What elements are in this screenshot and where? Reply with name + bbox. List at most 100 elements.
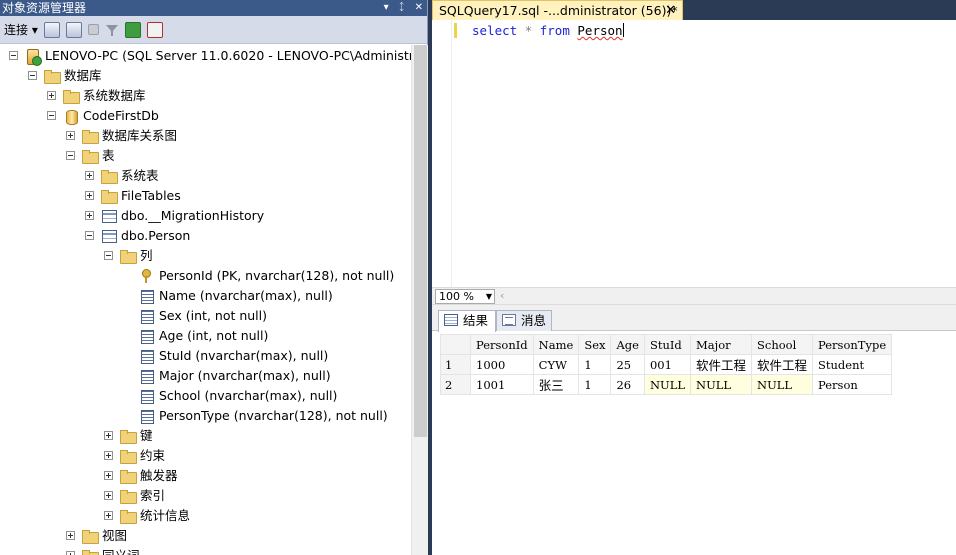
tree-node-label: 视图: [102, 528, 128, 543]
expand-icon[interactable]: [66, 551, 75, 555]
close-panel-icon[interactable]: ✕: [415, 0, 423, 16]
grid-cell[interactable]: NULL: [751, 374, 814, 395]
text-caret: [622, 23, 624, 37]
tree-node-label: 同义词: [102, 546, 140, 555]
column-header[interactable]: StuId: [643, 334, 692, 355]
folder-icon: [120, 449, 137, 464]
grid-cell[interactable]: 软件工程: [689, 354, 753, 375]
expand-icon[interactable]: [85, 191, 94, 200]
scroll-left-arrow-icon[interactable]: ‹: [500, 289, 504, 302]
sql-editor[interactable]: select * from Person: [432, 20, 956, 287]
panel-dropdown-icon[interactable]: ▾: [384, 0, 389, 16]
grid-cell[interactable]: 1000: [470, 354, 534, 375]
column-header[interactable]: PersonType: [812, 334, 893, 355]
grid-cell[interactable]: 张三: [532, 374, 580, 395]
row-number-header[interactable]: [440, 334, 471, 355]
expand-icon[interactable]: [66, 131, 75, 140]
collapse-icon[interactable]: [66, 151, 75, 160]
object-explorer-title-bar: 对象资源管理器 ▾ ᛨ ✕: [0, 0, 427, 16]
keyword-from: from: [539, 23, 570, 38]
grid-cell[interactable]: CYW: [532, 354, 580, 375]
expand-icon[interactable]: [85, 211, 94, 220]
query-text[interactable]: select * from Person: [472, 23, 624, 39]
folder-icon: [44, 69, 61, 84]
tree-node-label: 触发器: [140, 468, 178, 483]
folder-icon: [63, 89, 80, 104]
tree-node-label: Sex (int, not null): [159, 308, 268, 323]
tab-messages[interactable]: 消息: [496, 310, 552, 331]
refresh-icon[interactable]: [124, 21, 141, 38]
column-header[interactable]: Major: [689, 334, 753, 355]
row-number[interactable]: 1: [440, 354, 471, 375]
scrollbar-thumb[interactable]: [414, 45, 427, 437]
column-icon: [139, 349, 155, 364]
expand-icon[interactable]: [47, 91, 56, 100]
grid-cell[interactable]: Person: [812, 374, 893, 395]
collapse-icon[interactable]: [47, 111, 56, 120]
star-operator: *: [524, 23, 533, 38]
grid-cell[interactable]: 001: [643, 354, 692, 375]
column-header[interactable]: Name: [532, 334, 580, 355]
grid-cell[interactable]: 25: [610, 354, 645, 375]
column-header[interactable]: Sex: [578, 334, 612, 355]
folder-icon: [120, 509, 137, 524]
column-header[interactable]: School: [751, 334, 814, 355]
connect-server-icon[interactable]: [43, 21, 60, 38]
grid-cell[interactable]: 软件工程: [751, 354, 814, 375]
collapse-icon[interactable]: [104, 251, 113, 260]
close-tab-icon[interactable]: ✕: [665, 1, 676, 20]
tree-node-label: dbo.Person: [121, 228, 191, 243]
tree-node-label: FileTables: [121, 188, 181, 203]
stop-icon[interactable]: [87, 24, 99, 35]
expand-icon[interactable]: [66, 531, 75, 540]
activity-monitor-icon[interactable]: [146, 21, 163, 38]
expand-icon[interactable]: [104, 471, 113, 480]
grid-cell[interactable]: Student: [812, 354, 893, 375]
grid-cell[interactable]: 1001: [470, 374, 534, 395]
column-icon: [139, 309, 155, 324]
tree-node-label: 系统数据库: [83, 88, 146, 103]
tree-node-label: School (nvarchar(max), null): [159, 388, 338, 403]
grid-cell[interactable]: 1: [578, 374, 612, 395]
grid-cell[interactable]: NULL: [689, 374, 753, 395]
pin-icon[interactable]: ᛨ: [399, 0, 405, 16]
tree-node-label: 约束: [140, 448, 166, 463]
expand-icon[interactable]: [104, 431, 113, 440]
grid-header-row: PersonId Name Sex Age StuId Major School Person…: [440, 334, 893, 355]
filter-icon[interactable]: [105, 23, 119, 37]
tree-node-label: Age (int, not null): [159, 328, 269, 343]
query-window: SQLQuery17.sql -...dministrator (56))* ✕…: [432, 0, 956, 555]
table-row[interactable]: 2 1001 张三 1 26 NULL NULL NULL Person: [440, 374, 893, 395]
collapse-icon[interactable]: [9, 51, 18, 60]
zoom-select[interactable]: 100 % ▼: [435, 289, 495, 304]
expand-icon[interactable]: [104, 451, 113, 460]
tree-node-label: 表: [102, 148, 115, 163]
column-header[interactable]: Age: [610, 334, 645, 355]
collapse-icon[interactable]: [85, 231, 94, 240]
tree-node-label: 索引: [140, 488, 166, 503]
tab-results[interactable]: 结果: [438, 310, 496, 332]
collapse-icon[interactable]: [28, 71, 37, 80]
chevron-down-icon[interactable]: ▼: [486, 290, 492, 303]
tree-node-label: 键: [140, 428, 153, 443]
tree-node-label: LENOVO-PC (SQL Server 11.0.6020 - LENOVO…: [45, 48, 411, 63]
expand-icon[interactable]: [104, 491, 113, 500]
grid-cell[interactable]: 1: [578, 354, 612, 375]
results-grid: PersonId Name Sex Age StuId Major School Person…: [440, 334, 893, 395]
zoom-bar: 100 % ▼ ‹: [432, 287, 956, 305]
tab-sqlquery17[interactable]: SQLQuery17.sql -...dministrator (56))* ✕: [432, 0, 683, 20]
table-row[interactable]: 1 1000 CYW 1 25 001 软件工程 软件工程 Student: [440, 354, 893, 375]
tree-vertical-scrollbar[interactable]: [411, 45, 428, 555]
grid-cell[interactable]: NULL: [643, 374, 692, 395]
expand-icon[interactable]: [104, 511, 113, 520]
keyword-select: select: [472, 23, 518, 38]
connect-button[interactable]: 连接 ▾: [4, 21, 38, 38]
table-identifier: Person: [577, 23, 623, 38]
grid-cell[interactable]: 26: [610, 374, 645, 395]
disconnect-icon[interactable]: [65, 21, 82, 38]
column-header[interactable]: PersonId: [470, 334, 534, 355]
tab-messages-label: 消息: [521, 313, 547, 328]
row-number[interactable]: 2: [440, 374, 471, 395]
results-tab-bar: 结果 消息: [432, 305, 956, 332]
expand-icon[interactable]: [85, 171, 94, 180]
